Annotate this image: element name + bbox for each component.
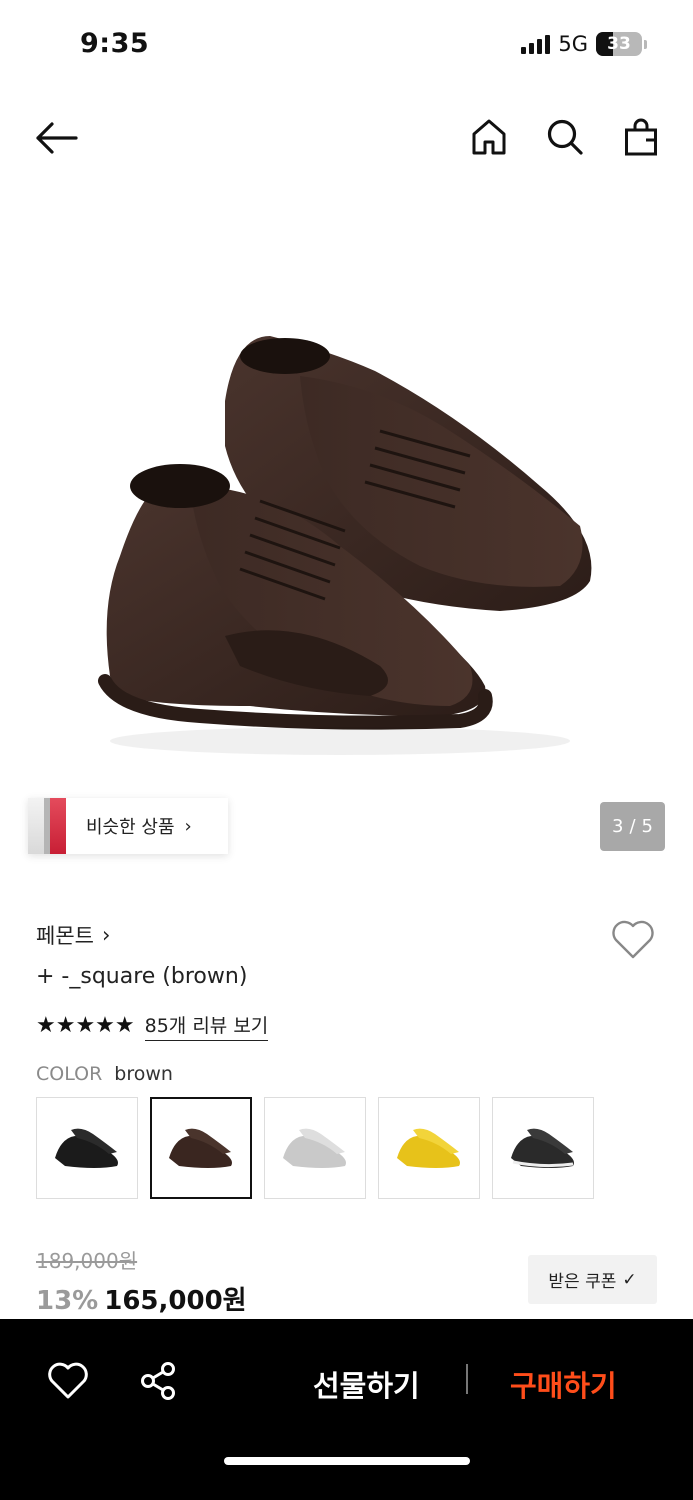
heart-icon bbox=[48, 1362, 88, 1399]
chevron-right-icon: › bbox=[101, 923, 111, 947]
top-nav bbox=[0, 110, 693, 166]
brand-link[interactable]: 페몬트 › bbox=[36, 920, 110, 950]
shoe-thumbnail bbox=[511, 1128, 574, 1168]
status-bar: 9:35 5G 33 bbox=[0, 0, 693, 92]
battery-tip bbox=[644, 39, 647, 49]
swatch-yellow[interactable] bbox=[378, 1097, 480, 1199]
status-time: 9:35 bbox=[80, 28, 150, 59]
swatch-silver[interactable] bbox=[264, 1097, 366, 1199]
search-button[interactable] bbox=[546, 116, 584, 158]
share-button[interactable] bbox=[138, 1359, 180, 1403]
battery-icon: 33 bbox=[596, 32, 642, 56]
chevron-right-icon: › bbox=[184, 815, 192, 837]
product-name: + -_square (brown) bbox=[36, 964, 248, 989]
sale-price: 165,000원 bbox=[104, 1286, 247, 1316]
buy-button[interactable]: 구매하기 bbox=[510, 1363, 617, 1405]
arrow-left-icon bbox=[36, 122, 78, 154]
price-row: 13% 165,000원 bbox=[36, 1280, 247, 1317]
pager-current: 3 bbox=[612, 816, 624, 837]
wishlist-button[interactable] bbox=[611, 920, 655, 960]
back-button[interactable] bbox=[34, 118, 80, 158]
similar-products-label: 비슷한 상품 bbox=[86, 817, 175, 838]
divider bbox=[466, 1364, 468, 1394]
shoe-thumbnail bbox=[283, 1128, 346, 1168]
shoe-illustration bbox=[98, 336, 592, 755]
shopping-bag-icon bbox=[625, 118, 657, 156]
coupon-label: 받은 쿠폰 bbox=[548, 1272, 617, 1292]
discount-rate: 13% bbox=[36, 1286, 99, 1316]
color-label: COLOR bbox=[36, 1063, 103, 1085]
check-icon: ✓ bbox=[622, 1269, 637, 1290]
review-link[interactable]: 85개 리뷰 보기 bbox=[144, 1011, 269, 1041]
color-value: brown bbox=[114, 1063, 173, 1085]
home-indicator bbox=[224, 1457, 470, 1465]
swatch-brown[interactable] bbox=[150, 1097, 252, 1199]
color-row: COLOR brown bbox=[36, 1063, 173, 1085]
similar-products-button[interactable]: 비슷한 상품 › bbox=[28, 798, 228, 854]
home-button[interactable] bbox=[470, 116, 508, 158]
network-type: 5G bbox=[558, 32, 588, 56]
received-coupon-button[interactable]: 받은 쿠폰 ✓ bbox=[528, 1255, 657, 1304]
rating-row: ★★★★★ 85개 리뷰 보기 bbox=[36, 1011, 269, 1041]
bottom-action-bar: 선물하기 구매하기 bbox=[0, 1319, 693, 1500]
home-icon bbox=[472, 119, 506, 155]
search-icon bbox=[547, 119, 583, 155]
swatch-black[interactable] bbox=[36, 1097, 138, 1199]
similar-products-thumbnail bbox=[28, 798, 66, 854]
bottom-wishlist-button[interactable] bbox=[46, 1359, 90, 1403]
shoe-thumbnail bbox=[397, 1128, 460, 1168]
status-indicators: 5G 33 bbox=[521, 32, 647, 56]
gift-button[interactable]: 선물하기 bbox=[313, 1363, 420, 1405]
signal-icon bbox=[521, 34, 551, 54]
shoe-thumbnail bbox=[169, 1128, 232, 1168]
original-price: 189,000원 bbox=[36, 1249, 138, 1273]
rating-stars: ★★★★★ bbox=[36, 1013, 135, 1039]
product-image[interactable] bbox=[0, 186, 693, 786]
brand-name: 페몬트 bbox=[36, 924, 94, 948]
share-icon bbox=[141, 1362, 175, 1400]
shoe-thumbnail bbox=[55, 1128, 118, 1168]
color-swatches bbox=[36, 1097, 594, 1199]
star-icon: ★★★★★ bbox=[36, 1013, 135, 1038]
pager-total: 5 bbox=[641, 816, 653, 837]
cart-button[interactable] bbox=[622, 116, 660, 158]
heart-icon bbox=[612, 920, 654, 959]
pager-separator: / bbox=[629, 816, 636, 837]
image-pager: 3 / 5 bbox=[600, 802, 665, 851]
battery-level: 33 bbox=[607, 34, 631, 54]
swatch-black-white[interactable] bbox=[492, 1097, 594, 1199]
